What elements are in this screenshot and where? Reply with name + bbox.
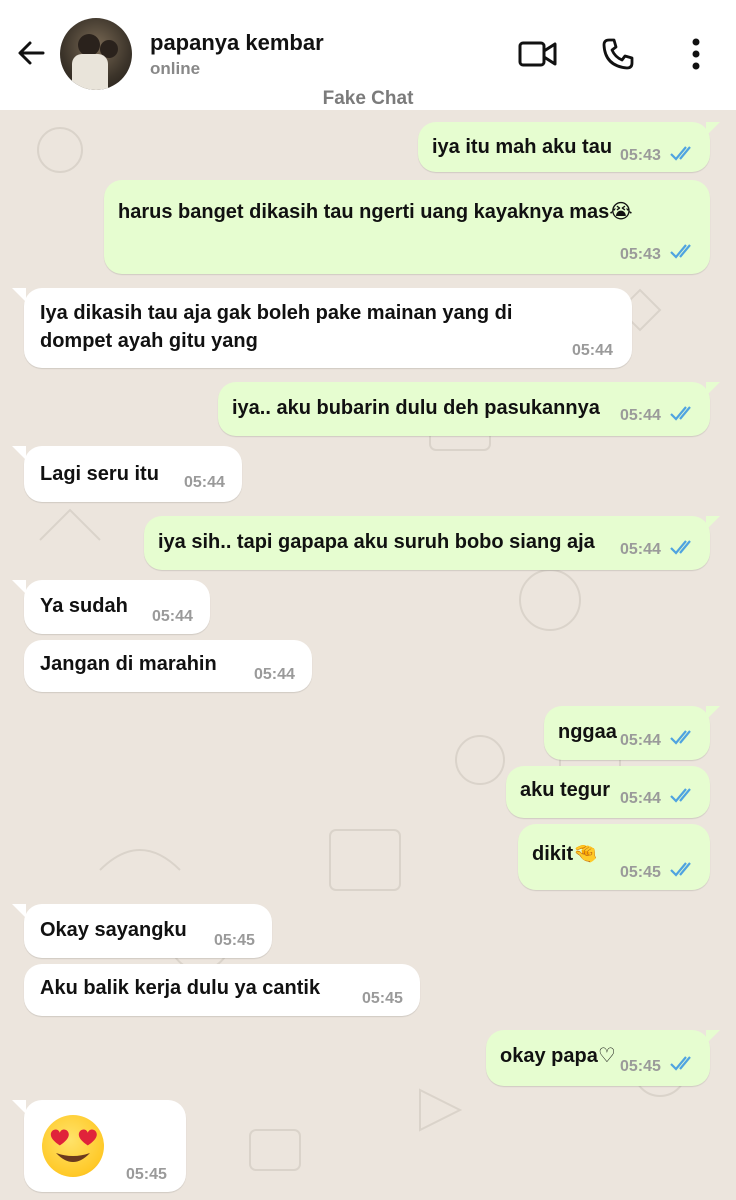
message-time: 05:45 xyxy=(362,990,403,1007)
avatar[interactable] xyxy=(60,18,132,90)
video-camera-icon xyxy=(518,41,557,67)
message-outgoing[interactable]: iya sih.. tapi gapapa aku suruh bobo sia… xyxy=(144,516,710,570)
message-time: 05:45 xyxy=(620,1058,661,1075)
message-time: 05:43 xyxy=(620,147,661,164)
message-incoming[interactable]: Iya dikasih tau aja gak boleh pake maina… xyxy=(24,288,632,368)
message-outgoing[interactable]: harus banget dikasih tau ngerti uang kay… xyxy=(104,180,710,274)
message-text: Ya sudah xyxy=(40,595,128,617)
message-outgoing[interactable]: dikit🤏 05:45 xyxy=(518,824,710,890)
message-incoming[interactable]: Jangan di marahin 05:44 xyxy=(24,640,312,692)
message-time: 05:43 xyxy=(620,246,661,263)
arrow-left-icon xyxy=(18,41,45,65)
message-text: Jangan di marahin xyxy=(40,653,217,675)
bubble-tail xyxy=(706,382,720,396)
message-time: 05:45 xyxy=(214,932,255,949)
more-options-button[interactable] xyxy=(676,34,716,74)
bubble-tail xyxy=(12,288,26,302)
message-text: harus banget dikasih tau ngerti uang kay… xyxy=(118,201,633,223)
message-outgoing[interactable]: iya itu mah aku tau 05:43 xyxy=(418,122,710,172)
message-time: 05:44 xyxy=(620,790,661,807)
read-ticks-icon xyxy=(670,788,691,803)
message-time: 05:44 xyxy=(620,732,661,749)
message-time: 05:44 xyxy=(152,608,193,625)
bubble-tail xyxy=(706,706,720,720)
bubble-tail xyxy=(706,516,720,530)
more-vertical-icon xyxy=(692,38,700,70)
message-text: dikit🤏 xyxy=(532,843,599,865)
read-ticks-icon xyxy=(670,862,691,877)
message-text: aku tegur xyxy=(520,779,611,801)
back-button[interactable] xyxy=(12,34,50,72)
message-outgoing[interactable]: iya.. aku bubarin dulu deh pasukannya 05… xyxy=(218,382,710,436)
message-text: iya.. aku bubarin dulu deh pasukannya xyxy=(232,397,600,419)
message-text: iya sih.. tapi gapapa aku suruh bobo sia… xyxy=(158,531,595,553)
bubble-tail xyxy=(12,1100,26,1114)
message-incoming[interactable]: Aku balik kerja dulu ya cantik 05:45 xyxy=(24,964,420,1016)
contact-status: online xyxy=(150,59,201,78)
message-time: 05:44 xyxy=(184,474,225,491)
read-ticks-icon xyxy=(670,730,691,745)
message-time: 05:44 xyxy=(254,666,295,683)
message-text: Lagi seru itu xyxy=(40,463,159,485)
message-incoming[interactable]: Okay sayangku 05:45 xyxy=(24,904,272,958)
bubble-tail xyxy=(12,580,26,594)
message-text: iya itu mah aku tau xyxy=(432,136,613,158)
bubble-tail xyxy=(12,446,26,460)
message-outgoing[interactable]: okay papa♡ 05:45 xyxy=(486,1030,710,1086)
message-time: 05:44 xyxy=(620,407,661,424)
phone-icon xyxy=(602,38,634,70)
contact-name[interactable]: papanya kembar xyxy=(150,30,324,56)
watermark: Fake Chat xyxy=(322,88,414,109)
bubble-tail xyxy=(706,122,720,136)
read-ticks-icon xyxy=(670,1056,691,1071)
message-text-line2: dompet ayah gitu yang xyxy=(40,330,258,352)
read-ticks-icon xyxy=(670,540,691,555)
message-incoming[interactable]: Lagi seru itu 05:44 xyxy=(24,446,242,502)
heart-eyes-face xyxy=(50,1129,97,1162)
read-ticks-icon xyxy=(670,406,691,421)
read-ticks-icon xyxy=(670,244,691,259)
heart-eyes-emoji-icon xyxy=(42,1115,104,1177)
voice-call-button[interactable] xyxy=(598,34,638,74)
message-incoming[interactable]: Ya sudah 05:44 xyxy=(24,580,210,634)
message-time: 05:44 xyxy=(572,342,613,359)
bubble-tail xyxy=(12,904,26,918)
message-text: nggaa xyxy=(558,721,617,743)
message-time: 05:45 xyxy=(126,1166,167,1183)
message-outgoing[interactable]: nggaa 05:44 xyxy=(544,706,710,760)
video-call-button[interactable] xyxy=(518,34,558,74)
message-time: 05:44 xyxy=(620,541,661,558)
bubble-tail xyxy=(706,1030,720,1044)
message-outgoing[interactable]: aku tegur 05:44 xyxy=(506,766,710,818)
message-text: okay papa♡ xyxy=(500,1045,616,1067)
message-text: Aku balik kerja dulu ya cantik xyxy=(40,977,321,999)
read-ticks-icon xyxy=(670,146,691,161)
message-text: Okay sayangku xyxy=(40,919,187,941)
message-time: 05:45 xyxy=(620,864,661,881)
message-text: Iya dikasih tau aja gak boleh pake maina… xyxy=(40,302,513,324)
